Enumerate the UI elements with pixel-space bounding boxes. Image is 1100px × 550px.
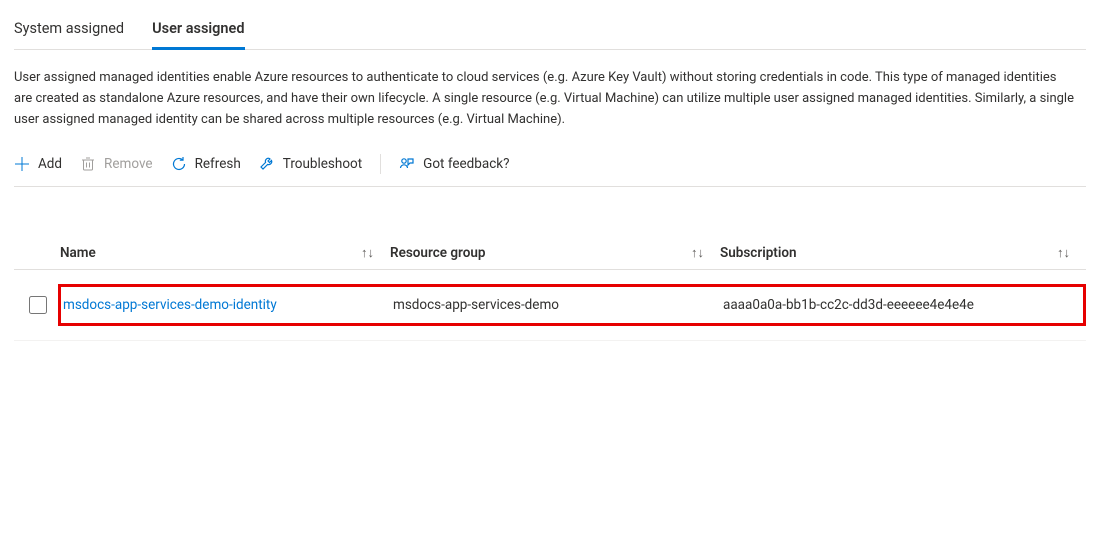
column-header-resource-group[interactable]: Resource group ↑↓ [390,245,720,261]
feedback-button[interactable]: Got feedback? [399,156,509,172]
wrench-icon [259,156,275,172]
toolbar-separator [380,154,381,174]
tab-user-assigned[interactable]: User assigned [152,10,244,49]
tab-system-assigned[interactable]: System assigned [14,10,124,49]
identities-table: Name ↑↓ Resource group ↑↓ Subscription ↑… [14,237,1086,341]
identity-subscription: aaaa0a0a-bb1b-cc2c-dd3d-eeeeee4e4e4e [723,297,1081,313]
column-header-subscription[interactable]: Subscription ↑↓ [720,245,1086,261]
description-text: User assigned managed identities enable … [14,68,1074,130]
troubleshoot-button[interactable]: Troubleshoot [259,156,362,172]
sort-icon: ↑↓ [691,245,704,261]
row-checkbox[interactable] [29,296,47,314]
remove-label: Remove [104,156,153,172]
feedback-label: Got feedback? [423,156,509,172]
refresh-icon [171,156,187,172]
column-header-name[interactable]: Name ↑↓ [60,245,390,261]
feedback-icon [399,156,415,172]
identity-name-link[interactable]: msdocs-app-services-demo-identity [63,297,393,313]
column-name-label: Name [60,245,96,261]
identity-resource-group: msdocs-app-services-demo [393,297,723,313]
refresh-label: Refresh [195,156,241,172]
table-header: Name ↑↓ Resource group ↑↓ Subscription ↑… [14,237,1086,270]
toolbar: Add Remove Refresh Troubleshoot Got feed… [14,144,1086,187]
add-button[interactable]: Add [14,156,62,172]
troubleshoot-label: Troubleshoot [283,156,362,172]
tabs: System assigned User assigned [14,10,1086,50]
sort-icon: ↑↓ [361,245,374,261]
column-sub-label: Subscription [720,245,797,261]
refresh-button[interactable]: Refresh [171,156,241,172]
remove-button: Remove [80,156,153,172]
plus-icon [14,156,30,172]
sort-icon: ↑↓ [1057,245,1070,261]
table-row: msdocs-app-services-demo-identity msdocs… [14,270,1086,341]
row-highlight: msdocs-app-services-demo-identity msdocs… [58,284,1086,326]
column-rg-label: Resource group [390,245,485,261]
add-label: Add [38,156,62,172]
trash-icon [80,156,96,172]
